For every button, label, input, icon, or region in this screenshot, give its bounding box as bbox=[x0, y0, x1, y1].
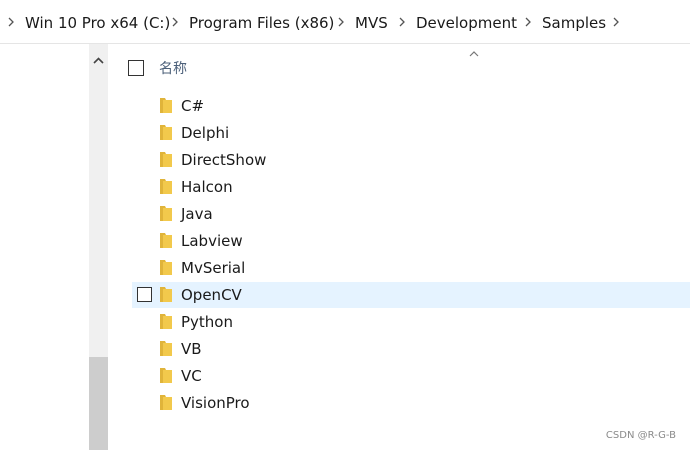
file-name: DirectShow bbox=[181, 151, 267, 169]
folder-icon bbox=[160, 314, 172, 329]
scroll-up-arrow-icon[interactable] bbox=[89, 52, 108, 70]
file-name: VB bbox=[181, 340, 202, 358]
file-name: MvSerial bbox=[181, 259, 246, 277]
address-bar[interactable]: Win 10 Pro x64 (C:) Program Files (x86) … bbox=[0, 0, 690, 44]
list-item[interactable]: VC bbox=[132, 363, 690, 389]
list-item[interactable]: Halcon bbox=[132, 174, 690, 200]
file-name: VisionPro bbox=[181, 394, 250, 412]
list-item[interactable]: VB bbox=[132, 336, 690, 362]
folder-icon bbox=[160, 341, 172, 356]
list-item[interactable]: Delphi bbox=[132, 120, 690, 146]
column-header-name[interactable]: 名称 bbox=[159, 60, 187, 78]
scrollbar-thumb[interactable] bbox=[89, 357, 108, 450]
list-item[interactable]: VisionPro bbox=[132, 390, 690, 416]
list-item[interactable]: Java bbox=[132, 201, 690, 227]
list-item[interactable]: C# bbox=[132, 93, 690, 119]
file-name: OpenCV bbox=[181, 286, 242, 304]
folder-icon bbox=[160, 152, 172, 167]
chevron-right-icon[interactable] bbox=[397, 14, 407, 30]
file-name: C# bbox=[181, 97, 205, 115]
folder-icon bbox=[160, 395, 172, 410]
folder-icon bbox=[160, 206, 172, 221]
navigation-pane bbox=[0, 44, 89, 450]
list-item[interactable]: Python bbox=[132, 309, 690, 335]
file-name: Halcon bbox=[181, 178, 233, 196]
folder-icon bbox=[160, 98, 172, 113]
list-item[interactable]: MvSerial bbox=[132, 255, 690, 281]
chevron-right-icon[interactable] bbox=[170, 14, 180, 30]
file-name: Delphi bbox=[181, 124, 230, 142]
chevron-right-icon[interactable] bbox=[611, 14, 621, 30]
folder-icon bbox=[160, 179, 172, 194]
breadcrumb-development[interactable]: Development bbox=[416, 14, 517, 32]
file-name: Python bbox=[181, 313, 233, 331]
folder-icon bbox=[160, 125, 172, 140]
chevron-right-icon[interactable] bbox=[336, 14, 346, 30]
folder-icon bbox=[160, 260, 172, 275]
list-item[interactable]: OpenCV bbox=[132, 282, 690, 308]
chevron-right-icon[interactable] bbox=[523, 14, 533, 30]
folder-icon bbox=[160, 233, 172, 248]
select-all-checkbox[interactable] bbox=[128, 60, 144, 76]
row-checkbox[interactable] bbox=[137, 287, 152, 302]
list-item[interactable]: DirectShow bbox=[132, 147, 690, 173]
file-name: VC bbox=[181, 367, 202, 385]
breadcrumb-mvs[interactable]: MVS bbox=[355, 14, 388, 32]
file-name: Java bbox=[181, 205, 213, 223]
breadcrumb-program-files[interactable]: Program Files (x86) bbox=[189, 14, 334, 32]
breadcrumb-samples[interactable]: Samples bbox=[542, 14, 606, 32]
chevron-up-icon bbox=[469, 51, 479, 57]
list-item[interactable]: Labview bbox=[132, 228, 690, 254]
folder-icon bbox=[160, 368, 172, 383]
chevron-right-icon[interactable] bbox=[6, 14, 16, 30]
file-name: Labview bbox=[181, 232, 243, 250]
breadcrumb-drive[interactable]: Win 10 Pro x64 (C:) bbox=[25, 14, 170, 32]
watermark: CSDN @R-G-B bbox=[605, 430, 676, 441]
folder-icon bbox=[160, 287, 172, 302]
